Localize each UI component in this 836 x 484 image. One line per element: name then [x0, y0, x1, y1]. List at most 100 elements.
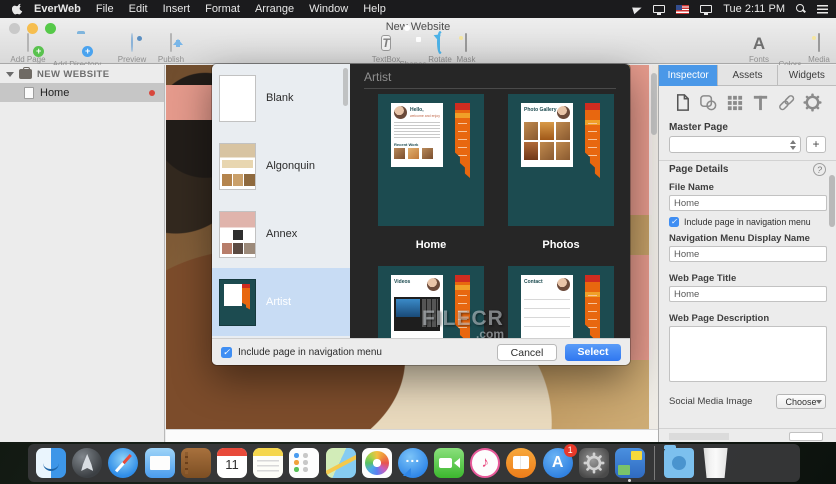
- dock-facetime-icon[interactable]: [434, 448, 465, 478]
- template-preview-pane: Artist Hello, welcome and enjoy Recent W…: [350, 64, 630, 338]
- dock-finder-icon[interactable]: [36, 448, 66, 478]
- preview-divider: [364, 88, 616, 89]
- inspector-include-nav-checkbox[interactable]: ✓: [669, 217, 679, 227]
- inspector-panel: Inspector Assets Widgets Master Page + P…: [658, 65, 836, 442]
- web-page-description-label: Web Page Description: [669, 313, 770, 324]
- include-nav-checkbox[interactable]: ✓: [221, 346, 232, 358]
- nav-display-name-label: Navigation Menu Display Name: [669, 233, 810, 244]
- app-store-badge: 1: [563, 444, 577, 457]
- help-icon[interactable]: ?: [813, 163, 826, 176]
- text-style-icon[interactable]: [751, 93, 770, 112]
- menu-item-everweb[interactable]: EverWeb: [34, 3, 81, 15]
- dock-everweb-icon[interactable]: [615, 448, 645, 482]
- add-directory-button[interactable]: + Add Directory: [44, 34, 110, 69]
- notification-center-icon[interactable]: [817, 4, 828, 14]
- canvas-scrollbar[interactable]: [649, 65, 658, 442]
- dock-downloads-icon[interactable]: [664, 445, 695, 478]
- disclosure-triangle-icon[interactable]: [6, 71, 14, 77]
- ribbon-menu-graphic: [585, 103, 600, 178]
- menu-item-edit[interactable]: Edit: [129, 3, 148, 15]
- menu-bar: EverWeb File Edit Insert Format Arrange …: [0, 0, 836, 18]
- menu-item-window[interactable]: Window: [309, 3, 348, 15]
- add-page-icon: [27, 33, 29, 52]
- mask-button[interactable]: Mask: [440, 33, 492, 64]
- avatar: [557, 278, 570, 291]
- metrics-grid-icon[interactable]: [725, 93, 744, 112]
- apple-menu-icon[interactable]: [11, 3, 24, 15]
- us-flag-input-source-icon[interactable]: [676, 4, 690, 14]
- tab-widgets[interactable]: Widgets: [777, 65, 836, 86]
- divider: [659, 160, 836, 161]
- spotlight-search-icon[interactable]: [796, 4, 806, 14]
- dock-reminders-icon[interactable]: [289, 448, 320, 478]
- dock-ibooks-icon[interactable]: [506, 448, 537, 478]
- template-item-blank[interactable]: Blank: [212, 64, 350, 132]
- template-thumb-blank: [219, 74, 256, 122]
- dock-safari-icon[interactable]: [108, 448, 139, 478]
- dock-trash-icon[interactable]: [703, 448, 728, 478]
- hyperlink-icon[interactable]: [777, 93, 796, 112]
- gear-settings-icon[interactable]: [803, 93, 822, 112]
- social-media-image-label: Social Media Image: [669, 396, 753, 407]
- avatar: [394, 106, 407, 119]
- page-settings-icon[interactable]: [673, 93, 692, 112]
- dock-app-store-icon[interactable]: A1: [542, 444, 577, 478]
- dock-notes-icon[interactable]: [253, 448, 284, 478]
- display-mirroring-icon[interactable]: [653, 5, 666, 15]
- tab-inspector[interactable]: Inspector: [659, 65, 719, 86]
- select-button[interactable]: Select: [565, 343, 621, 361]
- sidebar-page-label: Home: [40, 86, 70, 99]
- canvas-scrollbar-thumb[interactable]: [650, 73, 657, 135]
- menu-item-file[interactable]: File: [96, 3, 114, 15]
- shape-style-icon[interactable]: [699, 93, 718, 112]
- location-arrow-icon[interactable]: [632, 4, 644, 14]
- file-name-input[interactable]: [669, 195, 827, 211]
- preview-page-photos[interactable]: Photo Gallery: [508, 94, 614, 226]
- cancel-button[interactable]: Cancel: [497, 343, 557, 361]
- publish-upload-icon: [170, 33, 172, 52]
- preview-theme-title: Artist: [364, 70, 392, 84]
- menu-item-insert[interactable]: Insert: [163, 3, 191, 15]
- menu-item-help[interactable]: Help: [363, 3, 386, 15]
- dock-maps-icon[interactable]: [325, 448, 356, 478]
- dock-launchpad-icon[interactable]: [72, 448, 103, 478]
- dock-mail-icon[interactable]: [144, 448, 175, 478]
- web-page-title-input[interactable]: [669, 286, 827, 302]
- template-item-annex[interactable]: Annex: [212, 200, 350, 268]
- nav-display-name-input[interactable]: [669, 246, 827, 262]
- template-item-artist[interactable]: Artist: [212, 268, 350, 336]
- menu-item-format[interactable]: Format: [205, 3, 240, 15]
- desktop: EverWeb File Edit Insert Format Arrange …: [0, 0, 836, 484]
- preview-eye-icon: [131, 33, 133, 52]
- dock-itunes-icon[interactable]: ♪: [470, 448, 501, 478]
- dock-calendar-icon[interactable]: 11: [216, 448, 247, 478]
- sidebar-page-home[interactable]: Home: [0, 83, 164, 102]
- choose-image-button[interactable]: Choose: [776, 394, 826, 409]
- inspector-scrollbar-thumb[interactable]: [829, 175, 835, 227]
- menu-item-arrange[interactable]: Arrange: [255, 3, 294, 15]
- sidebar-site-row[interactable]: NEW WEBSITE: [0, 65, 164, 83]
- publish-button[interactable]: Publish: [148, 33, 194, 64]
- airplay-display-icon[interactable]: [700, 5, 713, 15]
- fonts-button[interactable]: A Fonts: [742, 34, 776, 64]
- template-thumb-artist: [219, 278, 256, 326]
- menu-clock[interactable]: Tue 2:11 PM: [723, 3, 785, 15]
- dock-photos-icon[interactable]: [361, 448, 392, 478]
- add-master-page-button[interactable]: +: [806, 136, 826, 153]
- inspector-icon-row: [659, 86, 836, 118]
- dock-messages-icon[interactable]: [397, 448, 428, 478]
- dock-contacts-icon[interactable]: [180, 448, 211, 478]
- preview-page-home[interactable]: Hello, welcome and enjoy Recent Work: [378, 94, 484, 226]
- preview-page-label-photos: Photos: [542, 239, 580, 251]
- master-page-select[interactable]: [669, 136, 801, 153]
- media-button[interactable]: Media: [802, 33, 836, 64]
- preview-page-contact[interactable]: Contact: [508, 266, 614, 338]
- web-page-description-input[interactable]: [669, 326, 827, 382]
- dock-separator: [654, 446, 656, 480]
- template-item-algonquin[interactable]: Algonquin: [212, 132, 350, 200]
- template-list-scrollbar-thumb[interactable]: [343, 68, 348, 106]
- tab-assets[interactable]: Assets: [718, 65, 778, 86]
- unsaved-indicator-dot: [149, 89, 155, 96]
- master-page-label: Master Page: [669, 122, 728, 133]
- dock-system-preferences-icon[interactable]: [578, 448, 609, 478]
